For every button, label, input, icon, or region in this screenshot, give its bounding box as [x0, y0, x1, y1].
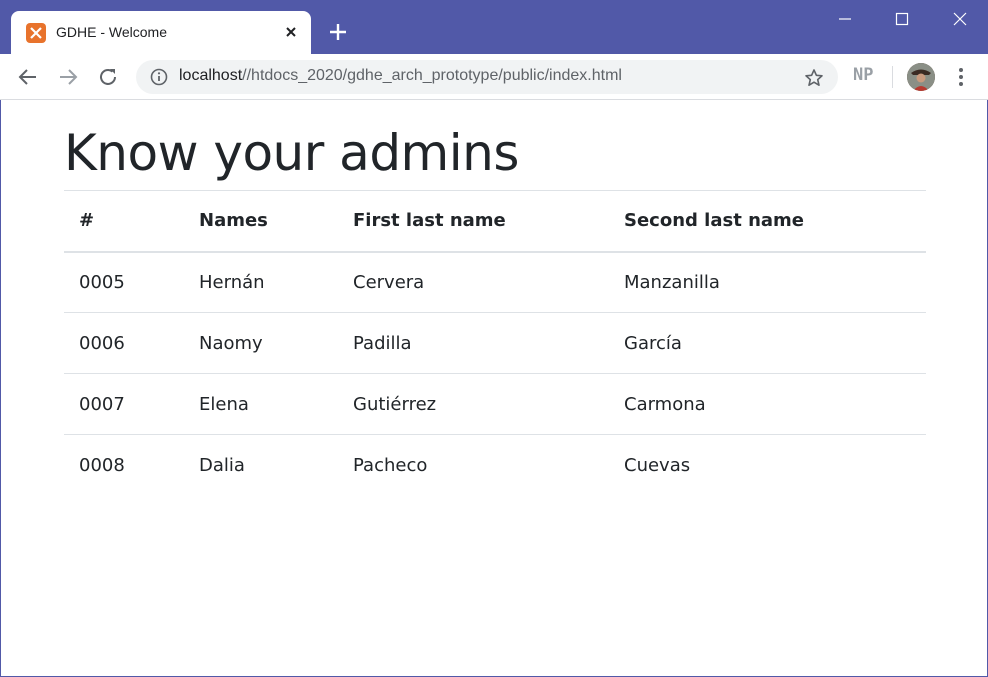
cell-second-last-name: Manzanilla — [609, 251, 926, 313]
np-extension-icon[interactable]: NP — [853, 65, 873, 85]
browser-toolbar: localhost//htdocs_2020/gdhe_arch_prototy… — [0, 54, 988, 100]
cell-id: 0006 — [64, 312, 184, 374]
minimize-button[interactable] — [817, 0, 873, 38]
cell-first-last-name: Padilla — [338, 312, 609, 374]
table-row: 0006 Naomy Padilla García — [64, 312, 926, 374]
table-row: 0008 Dalia Pacheco Cuevas — [64, 434, 926, 496]
forward-arrow-icon[interactable] — [57, 66, 79, 88]
cell-id: 0008 — [64, 434, 184, 496]
reload-icon[interactable] — [97, 66, 119, 88]
new-tab-button[interactable] — [326, 20, 350, 44]
toolbar-divider — [892, 66, 893, 88]
profile-avatar[interactable] — [907, 63, 935, 91]
tab-title: GDHE - Welcome — [56, 24, 167, 40]
table-row: 0007 Elena Gutiérrez Carmona — [64, 373, 926, 435]
cell-first-last-name: Gutiérrez — [338, 373, 609, 435]
cell-name: Naomy — [184, 312, 338, 374]
column-header-first-last-name: First last name — [338, 190, 609, 253]
browser-titlebar: GDHE - Welcome — [0, 0, 988, 54]
address-bar[interactable]: localhost//htdocs_2020/gdhe_arch_prototy… — [136, 60, 838, 94]
cell-first-last-name: Pacheco — [338, 434, 609, 496]
cell-name: Elena — [184, 373, 338, 435]
column-header-names: Names — [184, 190, 338, 253]
cell-name: Hernán — [184, 251, 338, 313]
cell-first-last-name: Cervera — [338, 251, 609, 313]
bookmark-star-icon[interactable] — [804, 68, 824, 88]
url-text[interactable]: localhost//htdocs_2020/gdhe_arch_prototy… — [179, 67, 622, 85]
cell-name: Dalia — [184, 434, 338, 496]
browser-tab[interactable]: GDHE - Welcome — [11, 11, 311, 54]
column-header-second-last-name: Second last name — [609, 190, 926, 253]
url-host: localhost — [179, 67, 243, 84]
cell-second-last-name: Carmona — [609, 373, 926, 435]
column-header-id: # — [64, 190, 184, 253]
maximize-button[interactable] — [874, 0, 930, 38]
page-content: Know your admins # Names First last name… — [1, 100, 987, 676]
table-row: 0005 Hernán Cervera Manzanilla — [64, 251, 926, 313]
xampp-icon — [26, 23, 46, 43]
page-title: Know your admins — [64, 124, 519, 182]
back-arrow-icon[interactable] — [17, 66, 39, 88]
info-icon[interactable] — [150, 68, 168, 86]
admins-table: # Names First last name Second last name… — [64, 190, 926, 496]
close-tab-icon[interactable] — [281, 22, 301, 42]
cell-id: 0007 — [64, 373, 184, 435]
cell-second-last-name: Cuevas — [609, 434, 926, 496]
cell-second-last-name: García — [609, 312, 926, 374]
more-menu-icon[interactable] — [952, 65, 970, 89]
cell-id: 0005 — [64, 251, 184, 313]
url-path: //htdocs_2020/gdhe_arch_prototype/public… — [242, 67, 622, 84]
close-window-button[interactable] — [932, 0, 988, 38]
table-header-row: # Names First last name Second last name — [64, 190, 926, 253]
